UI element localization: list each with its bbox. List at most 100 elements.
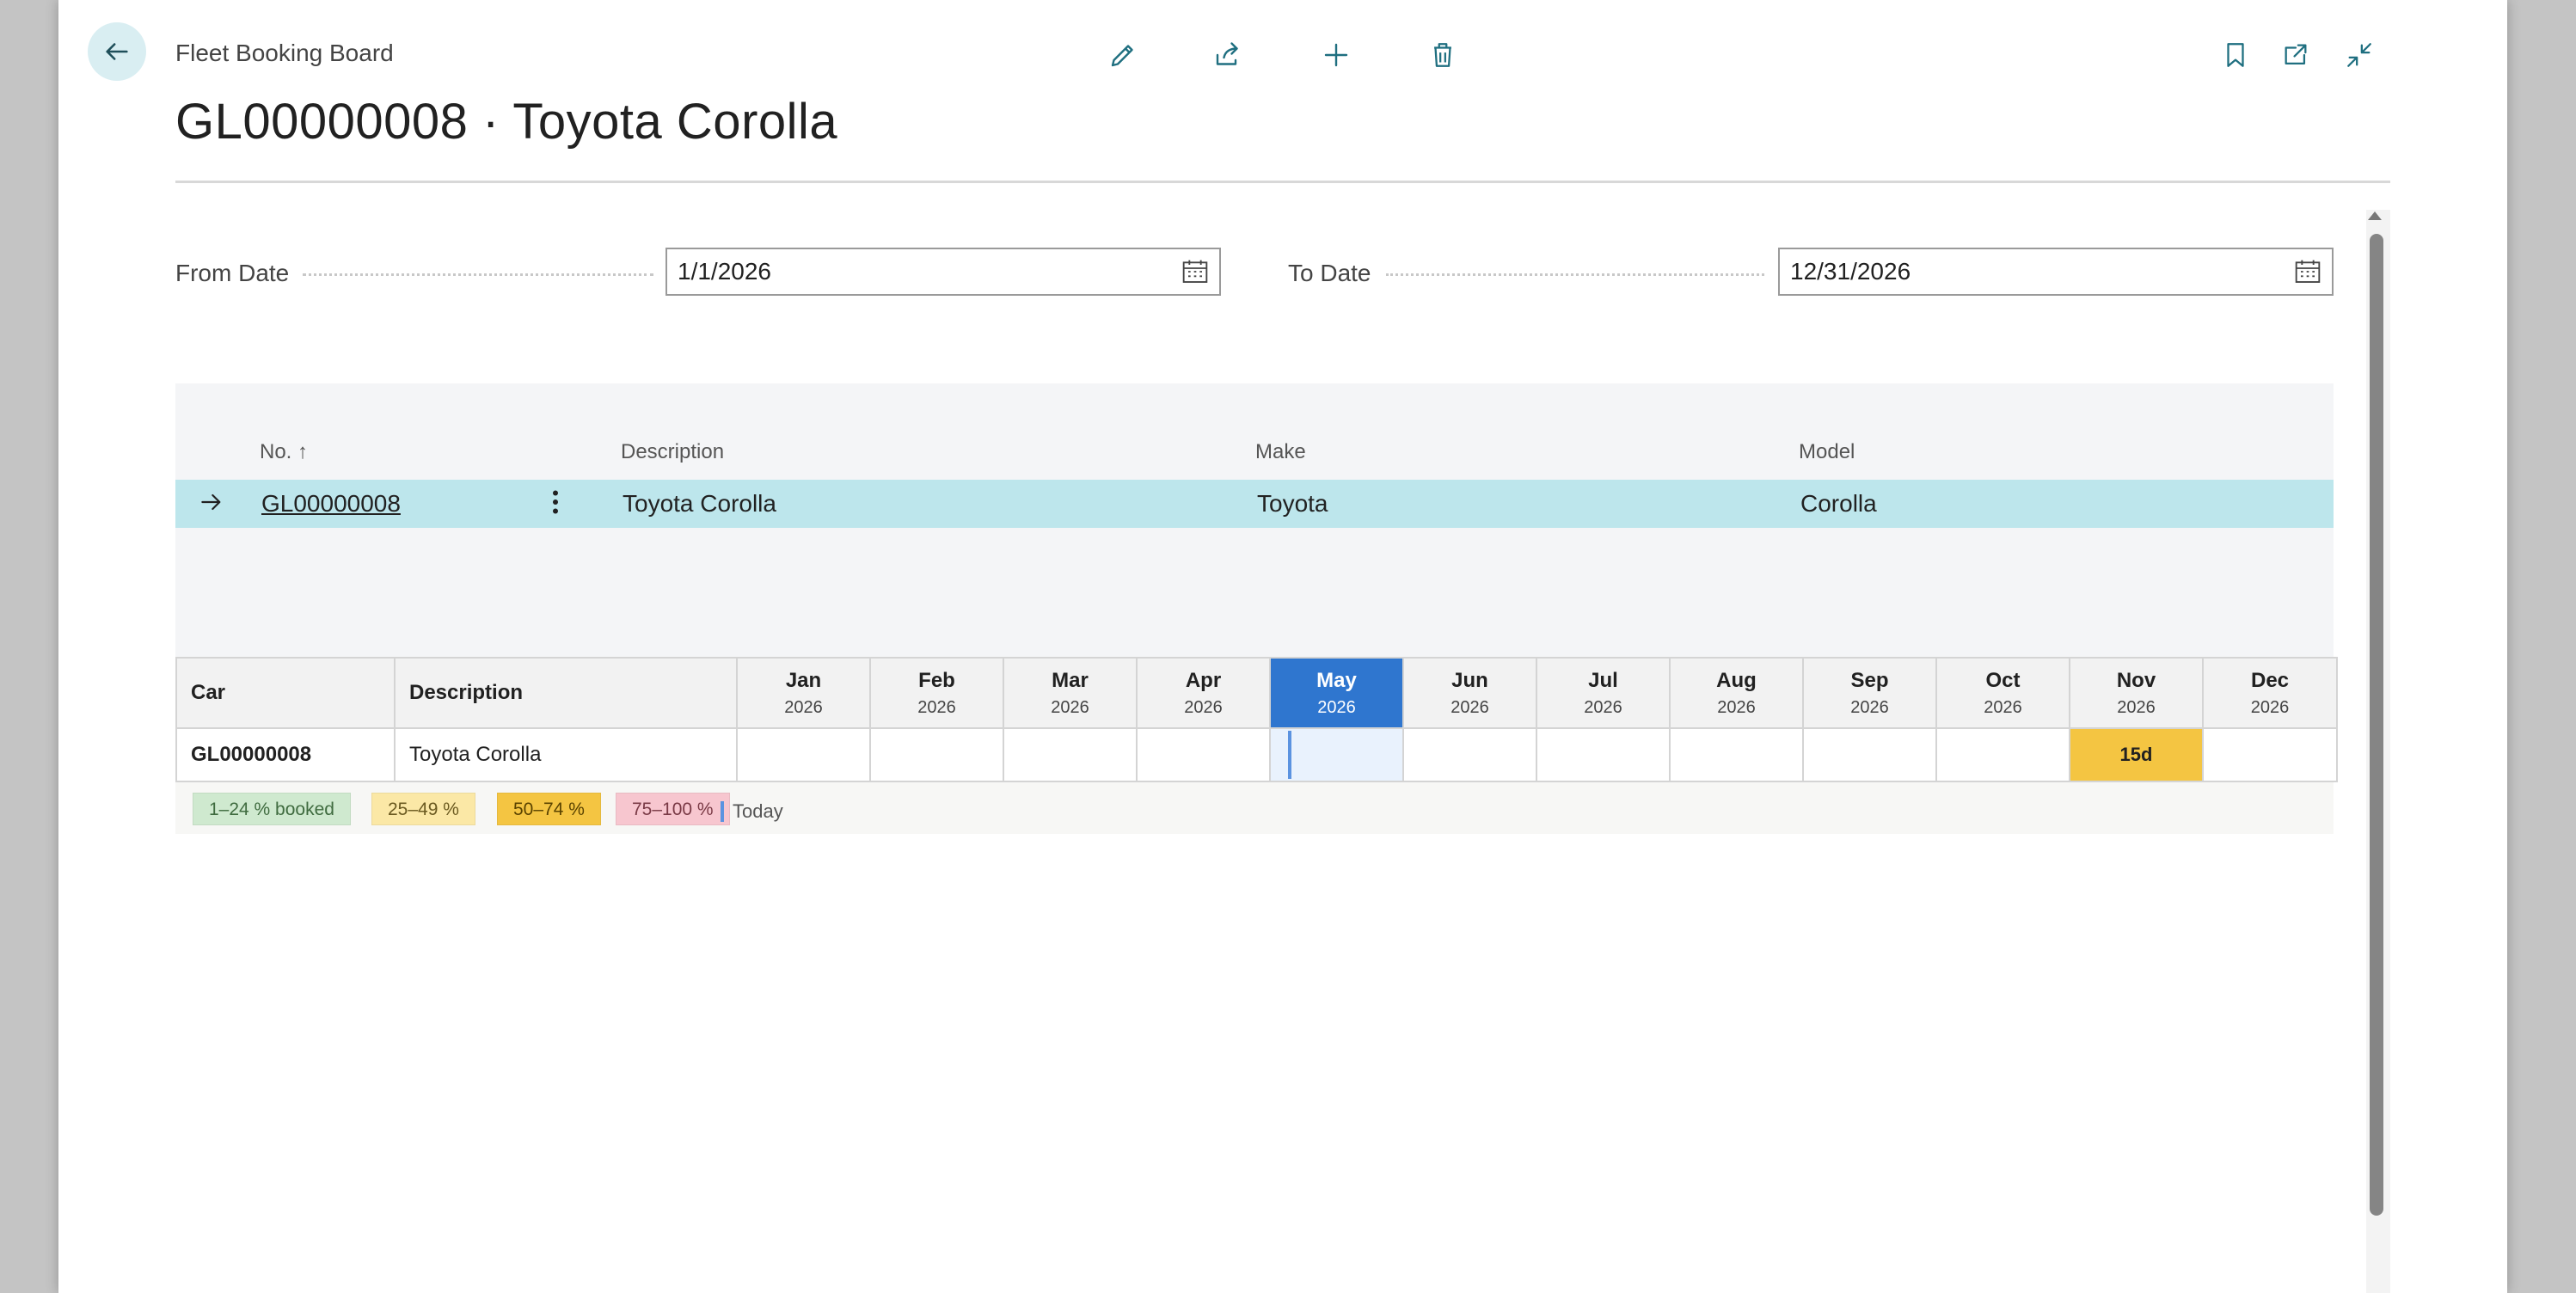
board-cell-sep[interactable] <box>1802 727 1937 782</box>
month-year: 2026 <box>1984 697 2022 717</box>
collapse-button[interactable] <box>2335 31 2383 79</box>
from-date-leader <box>303 273 653 276</box>
legend-today-label: Today <box>733 800 783 822</box>
collapse-icon <box>2347 43 2371 67</box>
open-new-window-icon <box>2285 44 2307 65</box>
month-year: 2026 <box>1317 697 1356 717</box>
share-button[interactable] <box>1204 31 1252 79</box>
to-date-leader <box>1386 273 1764 276</box>
share-icon <box>1216 42 1238 65</box>
month-name: Feb <box>918 668 955 692</box>
booking-legend: 1–24 % booked 25–49 % 50–74 % 75–100 % Toda… <box>175 782 2334 834</box>
column-header-no[interactable]: No. ↑ <box>260 440 308 464</box>
to-date-label: To Date <box>1288 260 1371 286</box>
row-description: Toyota Corolla <box>623 490 776 517</box>
column-header-no-label: No. <box>260 440 292 463</box>
month-year: 2026 <box>1717 697 1756 717</box>
calendar-icon[interactable] <box>2284 249 2332 294</box>
row-actions-button[interactable] <box>549 487 562 524</box>
scroll-up-arrow-icon[interactable] <box>2368 211 2382 220</box>
row-make: Toyota <box>1257 490 1328 517</box>
edit-button[interactable] <box>1099 31 1147 79</box>
month-header-feb: Feb 2026 <box>869 657 1004 729</box>
board-row: GL00000008 Toyota Corolla 15d <box>175 727 2338 782</box>
month-header-dec: Dec 2026 <box>2202 657 2338 729</box>
board-row-description: Toyota Corolla <box>394 727 738 782</box>
edit-icon <box>1111 45 1133 67</box>
board-cell-jan[interactable] <box>736 727 871 782</box>
column-header-description[interactable]: Description <box>621 440 724 464</box>
board-cell-jul[interactable] <box>1536 727 1671 782</box>
back-button[interactable] <box>88 22 146 81</box>
board-cell-may[interactable] <box>1269 727 1404 782</box>
board-cell-mar[interactable] <box>1003 727 1138 782</box>
month-year: 2026 <box>2250 697 2290 717</box>
board-cell-feb[interactable] <box>869 727 1004 782</box>
month-year: 2026 <box>1184 697 1223 717</box>
month-header-may: May 2026 <box>1269 657 1404 729</box>
scrollbar-thumb[interactable] <box>2370 234 2383 1216</box>
month-name: Jul <box>1588 668 1618 692</box>
month-year: 2026 <box>1051 697 1089 717</box>
month-header-sep: Sep 2026 <box>1802 657 1937 729</box>
month-name: Apr <box>1185 668 1222 692</box>
month-header-jul: Jul 2026 <box>1536 657 1671 729</box>
month-year: 2026 <box>784 697 823 717</box>
add-icon <box>1324 43 1348 67</box>
month-name: Jan <box>785 668 822 692</box>
add-button[interactable] <box>1312 31 1360 79</box>
legend-item: 25–49 % <box>371 793 475 825</box>
legend-today: Today <box>721 800 783 824</box>
delete-icon <box>1434 43 1451 67</box>
to-date-value: 12/31/2026 <box>1790 258 1911 285</box>
bookmark-button[interactable] <box>2211 31 2260 79</box>
legend-item: 50–74 % <box>497 793 601 825</box>
arrow-left-icon <box>106 43 128 60</box>
column-header-make[interactable]: Make <box>1255 440 1306 464</box>
month-header-jan: Jan 2026 <box>736 657 871 729</box>
month-year: 2026 <box>1584 697 1622 717</box>
month-header-aug: Aug 2026 <box>1669 657 1804 729</box>
more-vertical-icon <box>553 490 558 514</box>
board-cell-dec[interactable] <box>2202 727 2338 782</box>
board-cell-jun[interactable] <box>1402 727 1537 782</box>
calendar-icon[interactable] <box>1171 249 1219 294</box>
row-no-link[interactable]: GL00000008 <box>261 490 401 518</box>
row-indicator-arrow-icon <box>198 488 225 522</box>
month-name: Dec <box>2250 668 2290 692</box>
month-year: 2026 <box>917 697 956 717</box>
to-date-field[interactable]: 12/31/2026 <box>1778 248 2334 296</box>
column-header-model[interactable]: Model <box>1799 440 1855 464</box>
today-marker <box>1288 731 1291 779</box>
month-name: Jun <box>1451 668 1488 692</box>
month-name: Mar <box>1052 668 1089 692</box>
page-title: GL00000008 · Toyota Corolla <box>175 94 838 150</box>
month-name: May <box>1316 668 1357 692</box>
from-date-field[interactable]: 1/1/2026 <box>665 248 1221 296</box>
month-header-jun: Jun 2026 <box>1402 657 1537 729</box>
from-date-value: 1/1/2026 <box>678 258 771 285</box>
from-date-label: From Date <box>175 260 290 286</box>
legend-item: 1–24 % booked <box>193 793 351 825</box>
board-cell-aug[interactable] <box>1669 727 1804 782</box>
board-header-description: Description <box>394 657 738 729</box>
today-marker-swatch <box>721 801 724 822</box>
open-new-window-button[interactable] <box>2272 31 2320 79</box>
board-header-car: Car <box>175 657 396 729</box>
breadcrumb: Fleet Booking Board <box>175 40 394 66</box>
board-row-car: GL00000008 <box>175 727 396 782</box>
month-name: Oct <box>1985 668 2021 692</box>
board-cell-oct[interactable] <box>1935 727 2070 782</box>
month-name: Sep <box>1850 668 1889 692</box>
title-divider <box>175 181 2390 183</box>
month-header-mar: Mar 2026 <box>1003 657 1138 729</box>
delete-button[interactable] <box>1419 31 1467 79</box>
month-name: Nov <box>2116 668 2156 692</box>
legend-item: 75–100 % <box>616 793 730 825</box>
month-header-oct: Oct 2026 <box>1935 657 2070 729</box>
board-cell-apr[interactable] <box>1136 727 1271 782</box>
month-name: Aug <box>1716 668 1757 692</box>
list-row[interactable]: GL00000008 Toyota Corolla Toyota Corolla <box>175 480 2334 528</box>
booking-cell[interactable]: 15d <box>2069 727 2204 782</box>
bookmark-icon <box>2227 43 2244 67</box>
